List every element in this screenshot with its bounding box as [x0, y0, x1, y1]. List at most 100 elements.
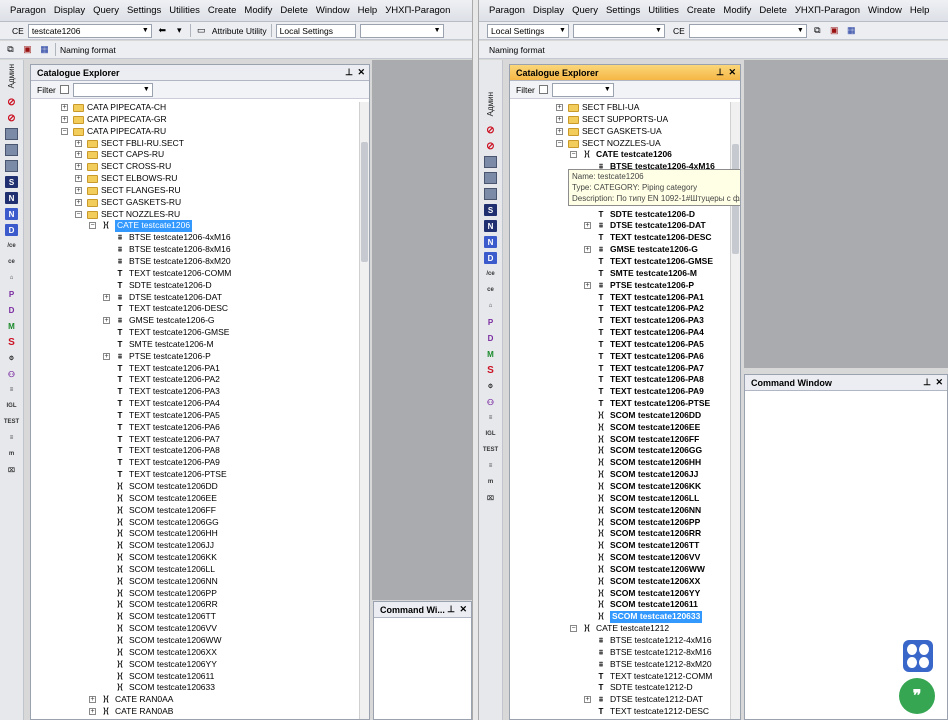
tree-item[interactable]: − SECT NOZZLES-UA [510, 138, 730, 150]
copy-icon[interactable]: ⧉ [811, 24, 824, 37]
menu-item[interactable]: Modify [240, 5, 276, 16]
tree-item[interactable]: }{SCOM testcate1206TT [31, 611, 359, 623]
tree-item[interactable]: T TEXT testcate1206-PA6 [31, 422, 359, 434]
stop-icon[interactable]: ⊘ [484, 140, 497, 152]
tree-item[interactable]: T TEXT testcate1206-PTSE [31, 469, 359, 481]
menu-item[interactable]: УНХП-Paragon [381, 5, 454, 16]
igl-icon[interactable]: IGL [5, 400, 18, 412]
s-icon[interactable]: S [484, 204, 497, 217]
expand-icon[interactable]: + [75, 198, 82, 206]
naming-format-label[interactable]: Naming format [60, 45, 116, 55]
tree-item[interactable]: T TEXT testcate1206-PA2 [510, 303, 730, 315]
s-icon[interactable]: S [5, 176, 18, 189]
tree-item[interactable]: + SECT GASKETS-RU [31, 197, 359, 209]
expand-icon[interactable]: + [75, 163, 82, 171]
chat-bubble-icon[interactable]: ❞ [899, 678, 935, 714]
close-icon[interactable]: ✕ [459, 604, 467, 615]
m-icon[interactable]: m [484, 476, 497, 488]
tree-item[interactable]: ⩩ BTSE testcate1206-8xM20 [31, 256, 359, 268]
local-settings-combo[interactable]: Local Settings [275, 23, 356, 38]
filter-checkbox[interactable] [538, 85, 548, 94]
stop-icon[interactable]: ⊘ [5, 96, 18, 108]
tree-item[interactable]: T TEXT testcate1206-PA4 [31, 398, 359, 410]
pin-icon[interactable]: ⊥ [447, 604, 455, 615]
tree-item[interactable]: + ⩩ DTSE testcate1206-DAT [31, 292, 359, 304]
tree-item[interactable]: + SECT SUPPORTS-UA [510, 114, 730, 126]
chevron-down-icon[interactable]: ▼ [433, 26, 442, 36]
attribute-utility-button[interactable]: Attribute Utility [212, 26, 267, 36]
menu-item[interactable]: Delete [755, 5, 790, 16]
collapse-icon[interactable]: − [89, 222, 96, 230]
menu-item[interactable]: Delete [276, 5, 311, 16]
filter-combo[interactable]: ▼ [72, 82, 153, 97]
collapse-icon[interactable]: − [556, 139, 563, 147]
clear-icon[interactable]: ⌧ [484, 492, 497, 504]
p-icon[interactable]: P [484, 316, 497, 328]
n-icon[interactable]: N [484, 220, 497, 233]
tree-item[interactable]: T TEXT testcate1206-PA1 [510, 292, 730, 304]
arrow-left-icon[interactable]: ⬅ [156, 24, 169, 37]
test-icon[interactable]: TEST [4, 416, 19, 428]
tree-item[interactable]: −}{CATE testcate1206 [31, 220, 359, 233]
chevron-down-icon[interactable]: ▼ [142, 85, 151, 95]
users-icon[interactable]: ⚇ [5, 368, 18, 380]
test-icon[interactable]: TEST [483, 444, 498, 456]
tree-item[interactable]: }{SCOM testcate1206VV [31, 623, 359, 635]
menu-item[interactable]: Query [89, 5, 123, 16]
chevron-down-icon[interactable]: ▼ [603, 85, 612, 95]
s-icon[interactable]: S [484, 364, 497, 376]
tree-item[interactable]: + SECT CAPS-RU [31, 149, 359, 161]
tree-item[interactable]: T TEXT testcate1206-PA8 [510, 374, 730, 386]
pin-icon[interactable]: ⊥ [923, 377, 931, 388]
tree-item[interactable]: T TEXT testcate1206-PA5 [510, 339, 730, 351]
menu-item[interactable]: Create [683, 5, 720, 16]
tree-item[interactable]: }{SCOM testcate1206PP [31, 588, 359, 600]
list-icon[interactable]: ≡ [5, 384, 18, 396]
home-icon[interactable]: ⌂ [484, 300, 497, 312]
s-icon[interactable]: S [5, 336, 18, 348]
tree-scrollbar[interactable] [359, 102, 369, 719]
expand-icon[interactable]: + [556, 104, 563, 111]
tree-item[interactable]: T TEXT testcate1206-PA7 [31, 434, 359, 446]
tree-item[interactable]: + ⩩ PTSE testcate1206-P [510, 280, 730, 292]
tree-item[interactable]: ⩩ BTSE testcate1206-4xM16 [31, 232, 359, 244]
n-icon[interactable]: N [484, 236, 497, 249]
copy-icon[interactable]: ⧉ [4, 43, 17, 56]
expand-icon[interactable]: + [103, 317, 110, 325]
tree-item[interactable]: + SECT CROSS-RU [31, 161, 359, 173]
tree-item[interactable]: T TEXT testcate1206-PA1 [31, 363, 359, 375]
menu-item[interactable]: Window [864, 5, 906, 16]
menu-item[interactable]: Create [204, 5, 241, 16]
tree-item[interactable]: }{SCOM testcate1206EE [31, 493, 359, 505]
tree-item[interactable]: T SMTE testcate1206-M [510, 268, 730, 280]
tree-item[interactable]: T TEXT testcate1206-PA8 [31, 445, 359, 457]
tree-item[interactable]: + ⩩ GMSE testcate1206-G [31, 315, 359, 327]
tree-item[interactable]: }{SCOM testcate1206KK [31, 552, 359, 564]
tree-item[interactable]: + ⩩ DTSE testcate1212-DAT [510, 694, 730, 706]
tree-item[interactable]: −}{CATE testcate1212 [510, 623, 730, 635]
tree-item[interactable]: + CATA PIPECATA-GR [31, 114, 359, 126]
tree-item[interactable]: }{SCOM testcate120633 [510, 611, 730, 624]
collapse-icon[interactable]: − [61, 127, 68, 135]
tree-item[interactable]: T TEXT testcate1206-COMM [31, 268, 359, 280]
expand-icon[interactable]: + [61, 104, 68, 111]
expand-icon[interactable]: + [75, 175, 82, 183]
tree-item[interactable]: ⩩ BTSE testcate1212-8xM20 [510, 659, 730, 671]
tree-item[interactable]: + SECT FBLI-RU.SECT [31, 138, 359, 150]
tree-item[interactable]: T TEXT testcate1206-PA9 [31, 457, 359, 469]
tree-item[interactable]: + ⩩ GMSE testcate1206-G [510, 244, 730, 256]
tree-item[interactable]: T TEXT testcate1206-DESC [31, 303, 359, 315]
tree-item[interactable]: T SDTE testcate1212-D [510, 682, 730, 694]
tree-item[interactable]: T TEXT testcate1206-PA3 [510, 315, 730, 327]
tree-item[interactable]: }{SCOM testcate1206DD [31, 481, 359, 493]
expand-icon[interactable]: + [75, 151, 82, 159]
list-icon[interactable]: ≡ [484, 412, 497, 424]
igl-icon[interactable]: IGL [484, 428, 497, 440]
tree-item[interactable]: + SECT ELBOWS-RU [31, 173, 359, 185]
d-icon[interactable]: D [5, 304, 18, 316]
tree-item[interactable]: }{SCOM testcate1206DD [510, 410, 730, 422]
menu-item[interactable]: Query [568, 5, 602, 16]
tree-item[interactable]: }{SCOM testcate1206VV [510, 552, 730, 564]
tree-item[interactable]: T TEXT testcate1206-PA9 [510, 386, 730, 398]
expand-icon[interactable]: + [75, 186, 82, 194]
